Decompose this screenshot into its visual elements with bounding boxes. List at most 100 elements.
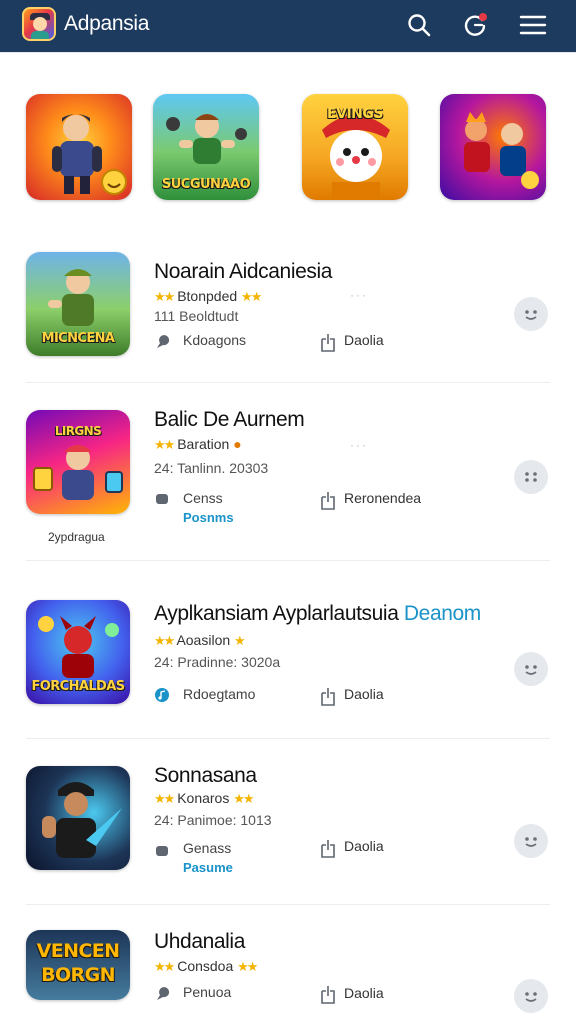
app-name-main: Ayplkansiam Ayplarlautsuia xyxy=(154,602,399,625)
smiley-icon xyxy=(525,837,537,847)
featured-caption: SUCGUNAAO xyxy=(161,177,251,192)
smiley-icon xyxy=(525,310,537,320)
app-name[interactable]: Balic De Aurnem xyxy=(154,408,305,432)
rating-text: Btonpded xyxy=(177,288,238,304)
app-name[interactable]: Uhdanalia xyxy=(154,930,245,954)
reaction-button[interactable] xyxy=(514,297,548,331)
icon-caption: LIRGNS xyxy=(54,424,102,438)
star-icon: ★★ xyxy=(237,959,258,974)
search-button[interactable] xyxy=(402,8,436,42)
download-button[interactable]: Daolia xyxy=(344,838,384,854)
chat-icon xyxy=(156,494,168,504)
download-button[interactable]: Reronendea xyxy=(344,490,421,506)
category-label: Penuoa xyxy=(183,984,232,1000)
category-label: Genass xyxy=(183,840,232,856)
app-name[interactable]: Sonnasana xyxy=(154,764,257,788)
chat-icon xyxy=(156,846,168,856)
app-icon[interactable] xyxy=(26,766,130,870)
app-meta: 24: Pradinne: 3020a xyxy=(154,654,281,670)
search-icon xyxy=(408,14,431,37)
rating-row: ★★ Consdoa ★★ xyxy=(154,958,258,975)
category-label: Censs xyxy=(183,490,223,506)
download-icon xyxy=(321,840,335,858)
app-meta: 24: Tanlinn. 20303 xyxy=(154,460,269,476)
app-title: Adpansia xyxy=(64,12,150,35)
featured-tile-3[interactable]: EVINGS xyxy=(302,94,408,200)
reaction-button[interactable] xyxy=(514,460,548,494)
download-icon xyxy=(321,492,335,510)
coin-icon: ● xyxy=(233,436,242,452)
star-icon: ★★ xyxy=(154,959,175,974)
reaction-button[interactable] xyxy=(514,824,548,858)
star-icon: ★★ xyxy=(154,289,175,304)
icon-caption: MICNCENA xyxy=(41,331,115,346)
category-label: Kdoagons xyxy=(183,332,247,348)
star-icon: ★★ xyxy=(154,633,175,648)
featured-caption: EVINGS xyxy=(327,106,383,122)
refresh-button[interactable] xyxy=(458,8,492,42)
menu-button[interactable] xyxy=(516,8,550,42)
star-icon: ★★ xyxy=(241,289,262,304)
category-label: Rdoegtamo xyxy=(183,686,256,702)
notification-badge xyxy=(479,13,487,21)
more-dots-icon: ··· xyxy=(350,288,368,302)
battle-game-art xyxy=(464,112,539,189)
music-note-icon xyxy=(155,688,169,702)
smiley-icon xyxy=(525,665,537,675)
menu-icon xyxy=(519,15,547,35)
download-icon xyxy=(321,334,335,352)
top-app-bar: Adpansia xyxy=(0,0,576,52)
download-icon xyxy=(321,986,335,1004)
row-divider xyxy=(26,904,550,905)
rating-text: Consdoa xyxy=(177,958,234,974)
featured-tile-1[interactable] xyxy=(26,94,132,200)
row-divider xyxy=(26,382,550,383)
smiley-icon xyxy=(525,992,537,1002)
app-name-accent: Deanom xyxy=(403,602,481,625)
download-button[interactable]: Daolia xyxy=(344,332,384,348)
star-icon: ★ xyxy=(234,633,246,648)
category-link[interactable]: Pasume xyxy=(183,860,233,875)
smiley-icon xyxy=(525,472,537,482)
reaction-button[interactable] xyxy=(514,979,548,1013)
pin-icon xyxy=(157,335,170,348)
app-meta: 111 Beoldtudt xyxy=(154,308,239,324)
row-divider xyxy=(26,560,550,561)
refresh-icon xyxy=(464,13,487,36)
app-logo[interactable] xyxy=(22,7,56,41)
rating-text: Aoasilon xyxy=(176,632,231,648)
rating-text: Baration xyxy=(177,436,230,452)
app-icon[interactable]: MICNCENA xyxy=(26,252,130,356)
row-divider xyxy=(26,738,550,739)
icon-caption: FORCHALDAS xyxy=(31,679,126,694)
app-icon[interactable]: LIRGNS xyxy=(26,410,130,514)
app-icon[interactable]: VENCEN BORGN xyxy=(26,930,130,1000)
download-button[interactable]: Daolia xyxy=(344,686,384,702)
rating-text: Konaros xyxy=(177,790,230,806)
featured-tile-4[interactable] xyxy=(440,94,546,200)
reaction-button[interactable] xyxy=(514,652,548,686)
app-meta: 24: Panimoe: 1013 xyxy=(154,812,272,828)
category-link[interactable]: Posnms xyxy=(183,510,234,525)
star-icon: ★★ xyxy=(154,791,175,806)
star-icon: ★★ xyxy=(233,791,254,806)
icon-subtitle: 2ypdragua xyxy=(48,530,105,544)
download-icon xyxy=(321,688,335,706)
rating-row: ★★ Konaros ★★ xyxy=(154,790,255,807)
app-name[interactable]: Ayplkansiam Ayplarlautsuia Deanom xyxy=(154,602,481,626)
download-button[interactable]: Daolia xyxy=(344,985,384,1001)
rating-row: ★★ Btonpded ★★ xyxy=(154,288,262,305)
featured-tile-2[interactable]: SUCGUNAAO xyxy=(153,94,259,200)
icon-caption: VENCEN xyxy=(36,940,120,962)
app-icon[interactable]: FORCHALDAS xyxy=(26,600,130,704)
header-divider xyxy=(0,52,576,53)
hero-character-art xyxy=(52,114,127,195)
logo-face xyxy=(33,17,47,31)
logo-body xyxy=(31,31,49,39)
icon-caption: BORGN xyxy=(41,964,115,986)
rating-row: ★★ Aoasilon ★ xyxy=(154,632,246,649)
app-name[interactable]: Noarain Aidcaniesia xyxy=(154,260,332,284)
featured-carousel: SUCGUNAAO EVINGS xyxy=(0,94,576,202)
rating-row: ★★ Baration ● xyxy=(154,436,242,453)
police-character-art xyxy=(42,782,122,858)
